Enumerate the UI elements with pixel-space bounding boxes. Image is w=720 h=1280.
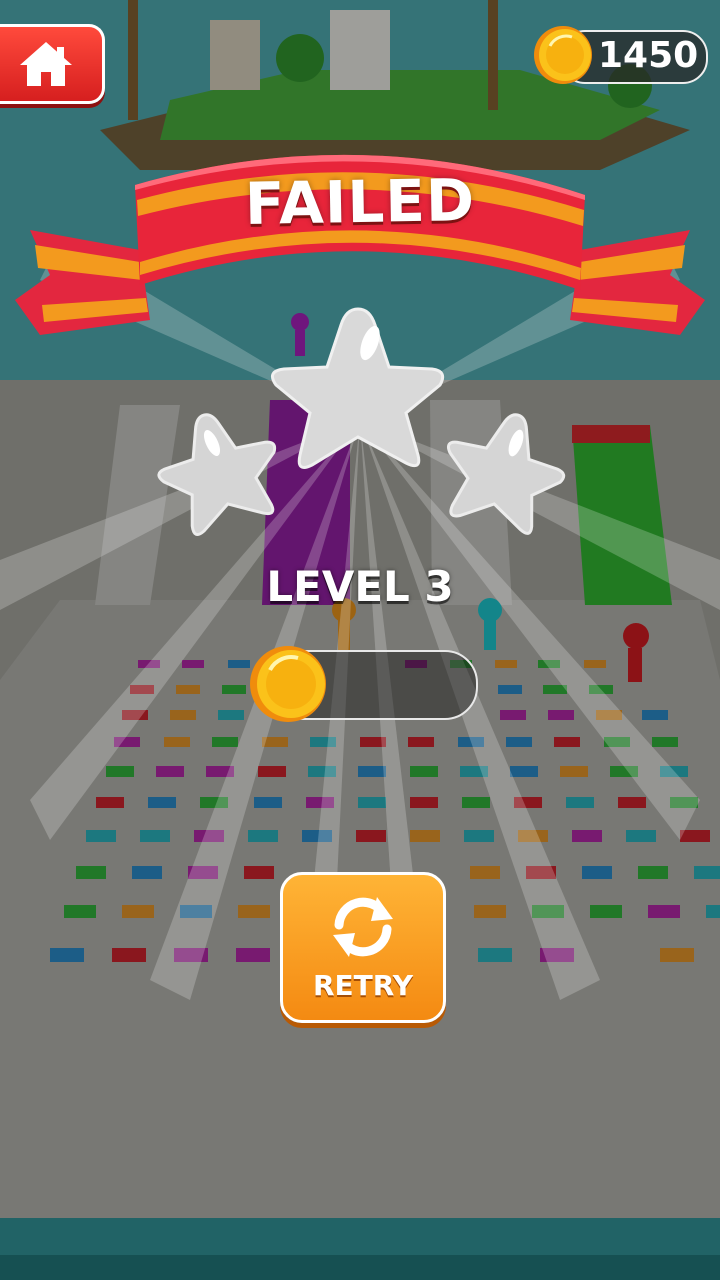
coin-count: 1450 (598, 35, 699, 76)
retry-label: RETRY (312, 969, 414, 1002)
refresh-icon (333, 897, 393, 957)
progress-coin-icon (250, 642, 330, 730)
level-label: LEVEL 3 (266, 562, 454, 611)
home-icon (20, 42, 72, 86)
coin-icon (532, 24, 594, 90)
star-right-empty (446, 413, 566, 535)
home-button[interactable] (0, 24, 105, 104)
result-title: FAILED (244, 165, 476, 239)
star-center-empty (270, 307, 445, 469)
retry-button[interactable]: RETRY (280, 872, 446, 1023)
